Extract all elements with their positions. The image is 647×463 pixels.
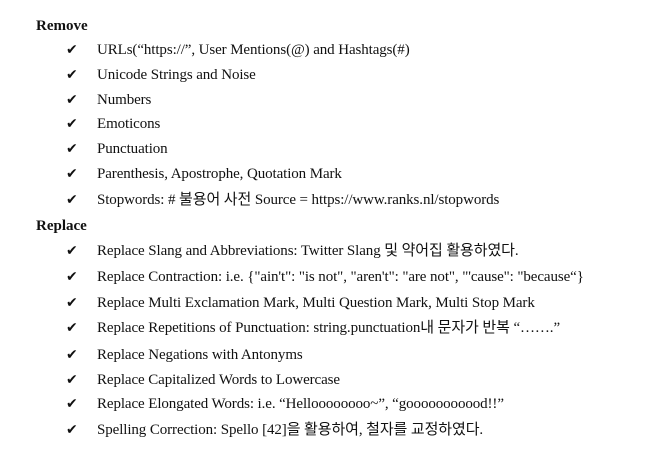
list-item-text: Replace Slang and Abbreviations: Twitter… (97, 243, 519, 259)
list-item-text: Punctuation (97, 141, 168, 157)
list-item-text: Replace Negations with Antonyms (97, 347, 303, 363)
list-item-text: Replace Contraction: i.e. {"ain't": "is … (97, 269, 584, 285)
list-item-text: Emoticons (97, 116, 161, 132)
list-item-text: Parenthesis, Apostrophe, Quotation Mark (97, 166, 342, 182)
checkmark-icon: ✔ (66, 347, 78, 363)
checkmark-icon: ✔ (66, 396, 78, 412)
document-page: Remove ✔ URLs(“https://”, User Mentions(… (0, 0, 647, 463)
checkmark-icon: ✔ (66, 116, 78, 132)
list-item-text: Unicode Strings and Noise (97, 67, 256, 83)
list-item-text: Spelling Correction: Spello [42]을 활용하여, … (97, 422, 484, 438)
checkmark-icon: ✔ (66, 92, 78, 108)
checkmark-icon: ✔ (66, 422, 78, 438)
list-item-text: Replace Multi Exclamation Mark, Multi Qu… (97, 295, 535, 311)
list-item-text: Replace Repetitions of Punctuation: stri… (97, 320, 561, 336)
checkmark-icon: ✔ (66, 192, 78, 208)
checkmark-icon: ✔ (66, 372, 78, 388)
checkmark-icon: ✔ (66, 42, 78, 58)
list-item-text: Stopwords: # 불용어 사전 Source = https://www… (97, 192, 500, 208)
list-item-text: Replace Capitalized Words to Lowercase (97, 372, 340, 388)
section-title-remove: Remove (36, 18, 88, 34)
checkmark-icon: ✔ (66, 269, 78, 285)
section-title-replace: Replace (36, 218, 87, 234)
list-item-text: Numbers (97, 92, 152, 108)
checkmark-icon: ✔ (66, 141, 78, 157)
checkmark-icon: ✔ (66, 243, 78, 259)
checkmark-icon: ✔ (66, 295, 78, 311)
checkmark-icon: ✔ (66, 166, 78, 182)
list-item-text: URLs(“https://”, User Mentions(@) and Ha… (97, 42, 410, 58)
list-item-text: Replace Elongated Words: i.e. “Hellooooo… (97, 396, 504, 412)
checkmark-icon: ✔ (66, 320, 78, 336)
checkmark-icon: ✔ (66, 67, 78, 83)
